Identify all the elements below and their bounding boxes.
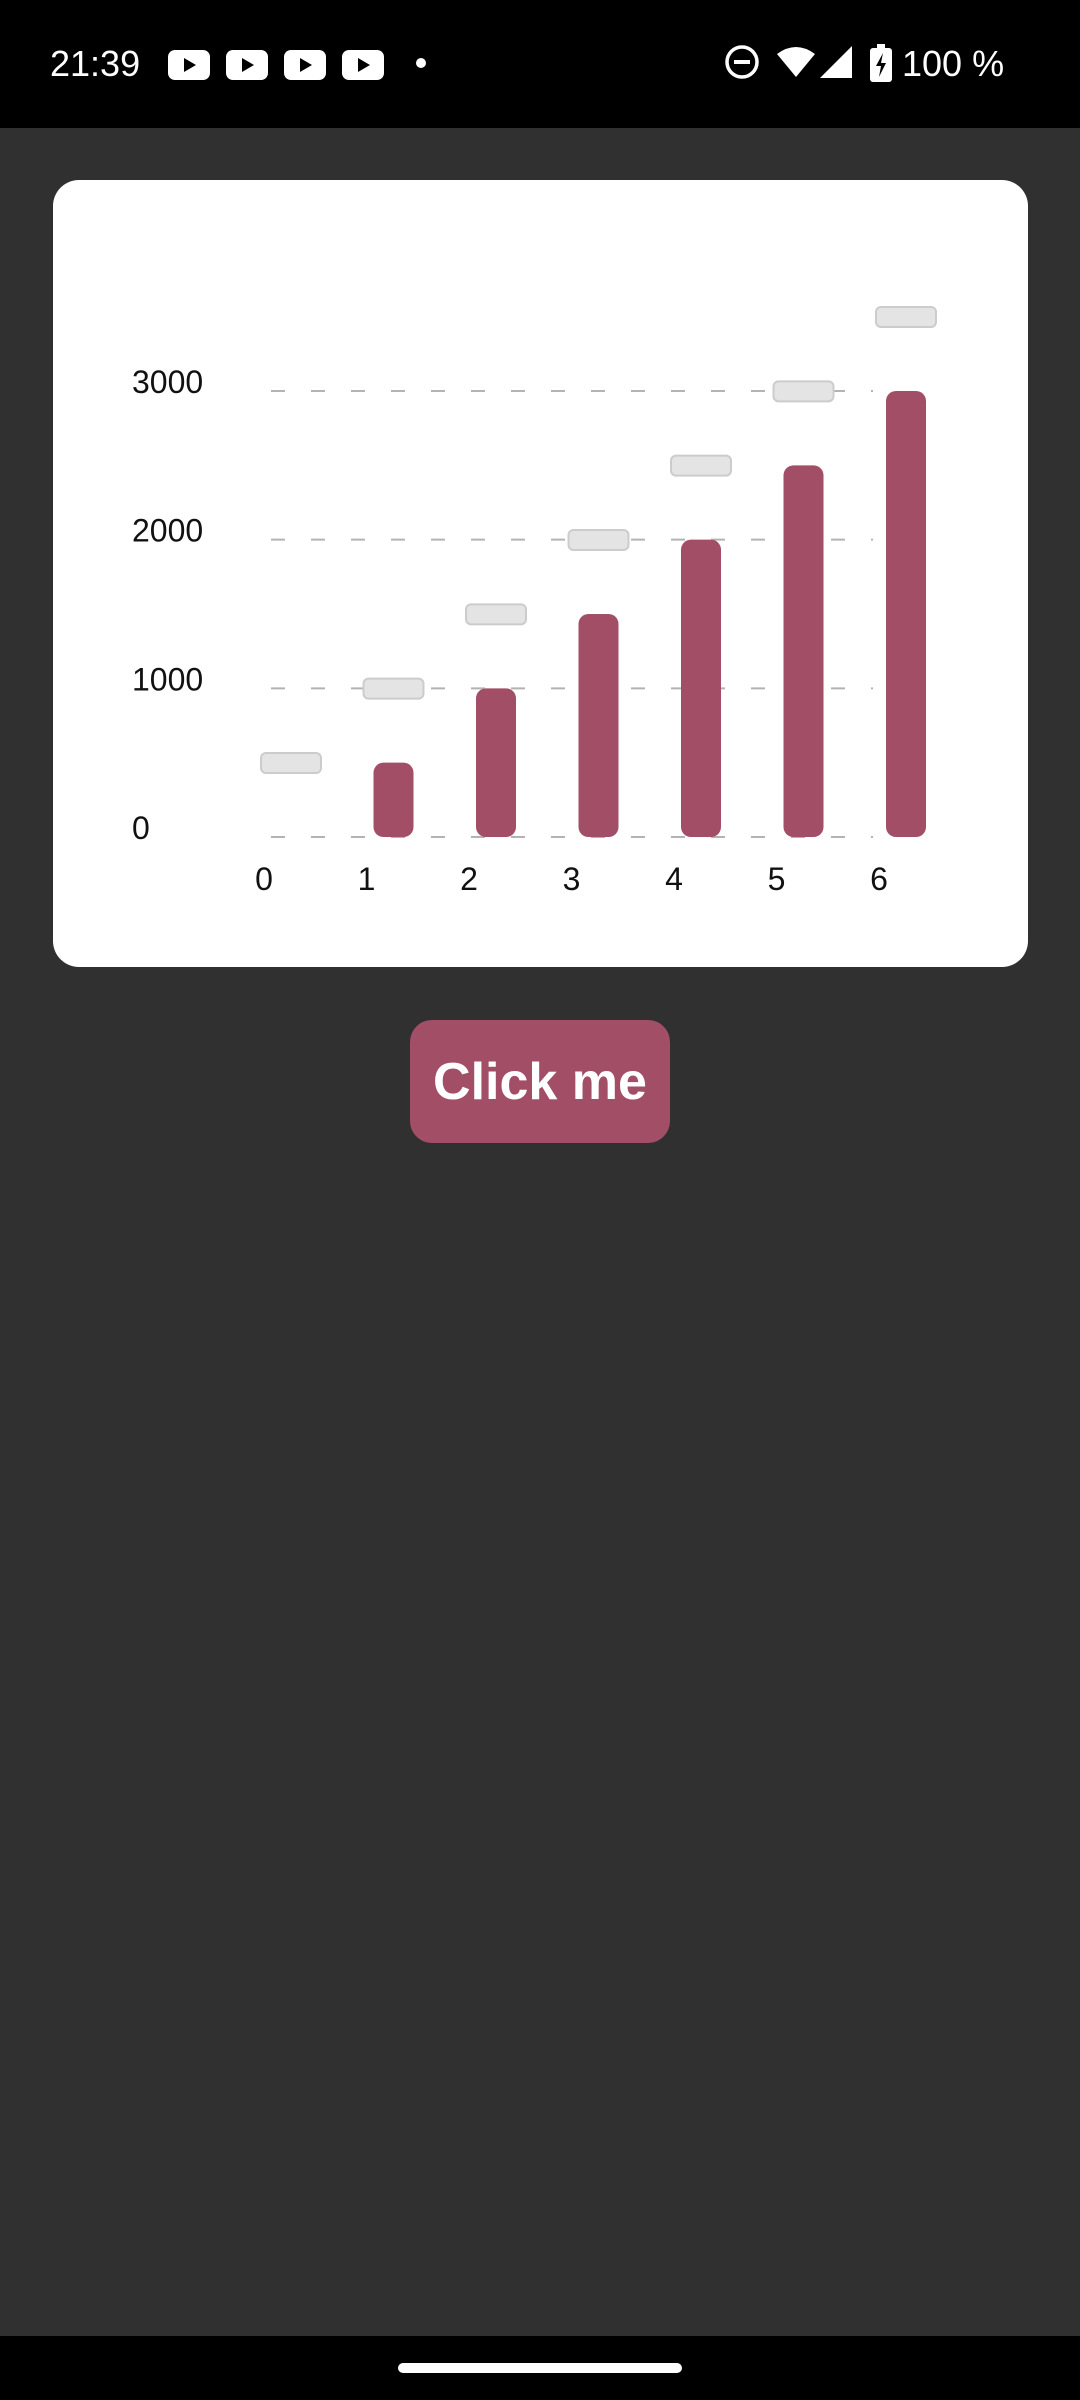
x-tick-label: 1 <box>358 861 376 897</box>
y-axis-ticks: 0 1000 2000 3000 <box>132 364 203 846</box>
bar-chart: 0 1000 2000 3000 0 1 2 3 4 5 6 <box>132 306 937 897</box>
bar <box>373 762 414 837</box>
cell-signal-icon <box>820 46 852 78</box>
x-tick-label: 5 <box>768 861 786 897</box>
chart-grid <box>271 390 873 838</box>
data-label-placeholder <box>362 677 425 700</box>
status-time: 21:39 <box>50 43 141 84</box>
y-tick-label: 2000 <box>132 513 203 549</box>
data-label-placeholder <box>465 603 527 626</box>
home-gesture-handle[interactable] <box>398 2363 682 2373</box>
data-label-placeholder <box>670 454 732 477</box>
x-tick-label: 2 <box>460 861 478 897</box>
click-me-button[interactable]: Click me <box>410 1020 670 1143</box>
youtube-icon <box>226 50 268 80</box>
wifi-icon <box>777 47 815 77</box>
bar <box>783 465 824 837</box>
x-tick-label: 4 <box>665 861 683 897</box>
status-bar: 21:39 100 % <box>0 0 1080 128</box>
x-axis-ticks: 0 1 2 3 4 5 6 <box>255 861 888 897</box>
x-tick-label: 6 <box>870 861 888 897</box>
battery-charging-icon <box>870 44 892 82</box>
data-label-placeholder <box>260 752 322 774</box>
youtube-icon <box>284 50 326 80</box>
chart-card: 0 1000 2000 3000 0 1 2 3 4 5 6 <box>53 180 1028 967</box>
bar <box>476 688 516 837</box>
chart-bars <box>373 391 926 837</box>
more-dot-icon <box>416 58 426 68</box>
data-label-placeholder <box>567 529 630 551</box>
y-tick-label: 1000 <box>132 661 203 697</box>
y-tick-label: 0 <box>132 810 150 846</box>
y-tick-label: 3000 <box>132 364 203 400</box>
bar <box>681 539 721 837</box>
data-label-placeholder <box>772 380 835 403</box>
x-tick-label: 3 <box>563 861 581 897</box>
x-tick-label: 0 <box>255 861 273 897</box>
bar <box>886 391 926 837</box>
data-label-placeholder <box>875 306 937 328</box>
youtube-icon <box>168 50 210 80</box>
youtube-icon <box>342 50 384 80</box>
battery-percentage: 100 % <box>902 43 1005 84</box>
bar <box>578 614 619 837</box>
do-not-disturb-icon <box>725 45 759 79</box>
